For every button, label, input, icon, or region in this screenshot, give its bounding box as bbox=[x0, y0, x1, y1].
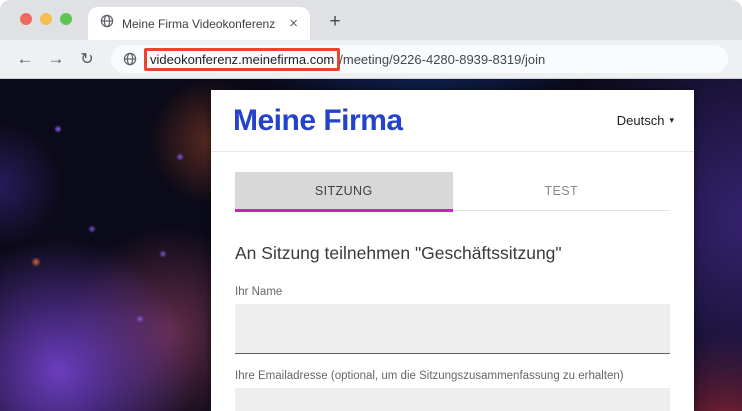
url-path: /meeting/9226-4280-8939-8319/join bbox=[339, 52, 545, 67]
reload-icon[interactable]: ↻ bbox=[76, 49, 98, 69]
tab-strip: Meine Firma Videokonferenz × + bbox=[0, 0, 742, 40]
page-title: An Sitzung teilnehmen "Geschäftssitzung" bbox=[235, 243, 670, 264]
email-field-label: Ihre Emailadresse (optional, um die Sitz… bbox=[235, 370, 670, 382]
company-logo: Meine Firma bbox=[233, 104, 403, 138]
url-domain: videokonferenz.meinefirma.com bbox=[150, 52, 334, 67]
tab-sitzung[interactable]: SITZUNG bbox=[235, 172, 453, 210]
site-info-globe-icon bbox=[123, 52, 137, 66]
tab-close-icon[interactable]: × bbox=[287, 16, 300, 31]
page-background: Meine Firma Deutsch ▾ SITZUNG TEST An Si… bbox=[0, 79, 742, 411]
minimize-window-button[interactable] bbox=[40, 13, 52, 25]
url-domain-highlight-box: videokonferenz.meinefirma.com bbox=[144, 48, 340, 71]
traffic-lights bbox=[20, 13, 72, 25]
language-label: Deutsch bbox=[617, 113, 665, 128]
browser-window: Meine Firma Videokonferenz × + ← → ↻ vid… bbox=[0, 0, 742, 411]
language-selector[interactable]: Deutsch ▾ bbox=[617, 113, 674, 128]
join-meeting-card: Meine Firma Deutsch ▾ SITZUNG TEST An Si… bbox=[211, 90, 694, 411]
globe-favicon-icon bbox=[100, 14, 114, 33]
address-bar[interactable]: videokonferenz.meinefirma.com/meeting/92… bbox=[111, 45, 728, 73]
name-input[interactable] bbox=[235, 304, 670, 354]
tab-title: Meine Firma Videokonferenz bbox=[122, 17, 279, 31]
browser-toolbar: ← → ↻ videokonferenz.meinefirma.com/meet… bbox=[0, 40, 742, 79]
new-tab-button[interactable]: + bbox=[320, 7, 350, 37]
name-field-label: Ihr Name bbox=[235, 286, 670, 298]
email-input[interactable] bbox=[235, 388, 670, 411]
maximize-window-button[interactable] bbox=[60, 13, 72, 25]
chevron-down-icon: ▾ bbox=[669, 115, 674, 126]
back-icon[interactable]: ← bbox=[14, 49, 36, 69]
tab-test[interactable]: TEST bbox=[453, 172, 671, 210]
forward-icon[interactable]: → bbox=[45, 49, 67, 69]
card-header: Meine Firma Deutsch ▾ bbox=[211, 90, 694, 152]
close-window-button[interactable] bbox=[20, 13, 32, 25]
meeting-tabs: SITZUNG TEST bbox=[235, 172, 670, 211]
browser-tab[interactable]: Meine Firma Videokonferenz × bbox=[88, 7, 310, 40]
